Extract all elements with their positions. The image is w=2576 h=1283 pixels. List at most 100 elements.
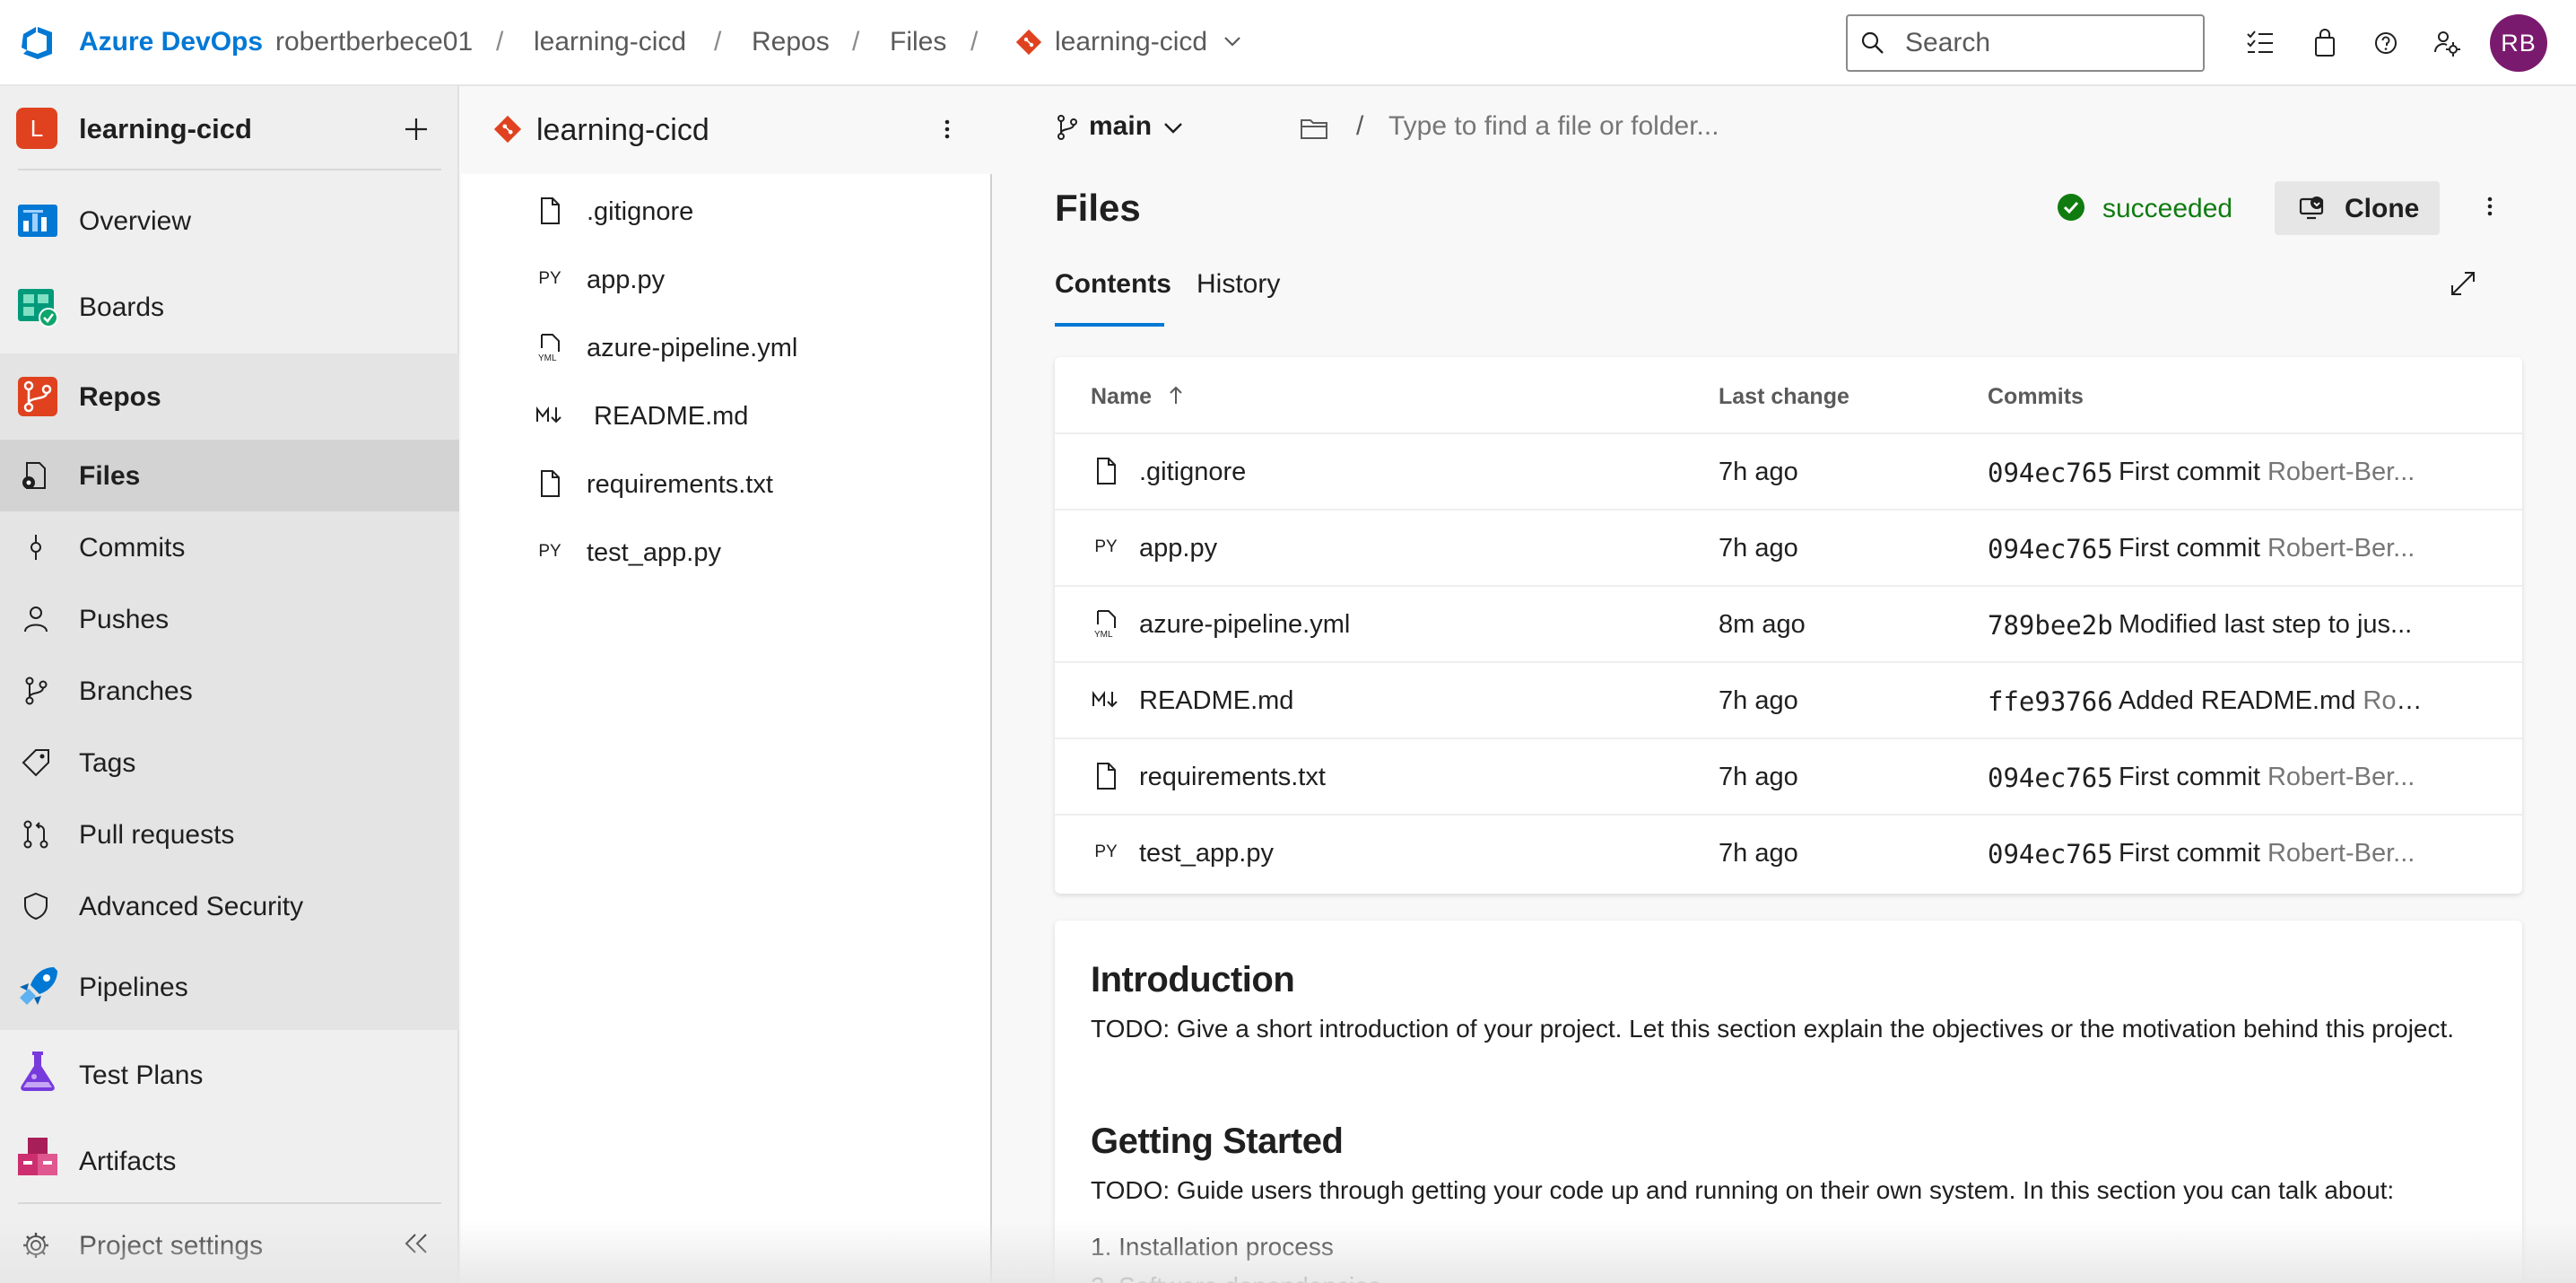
collapse-sidebar-icon[interactable] [402, 1229, 431, 1258]
project-name[interactable]: learning-cicd [79, 113, 252, 145]
azure-devops-logo-icon[interactable] [18, 23, 57, 63]
active-tab-indicator [1055, 323, 1164, 327]
file-name-link[interactable]: azure-pipeline.yml [1139, 610, 1350, 640]
add-icon[interactable] [400, 113, 432, 145]
more-options-icon[interactable] [2476, 192, 2504, 221]
help-icon[interactable] [2368, 25, 2404, 61]
last-change: 7h ago [1719, 534, 1798, 563]
commit-hash-link[interactable]: 094ec765 [1988, 458, 2113, 488]
sidebar-item-label: Artifacts [79, 1147, 177, 1176]
column-header-commits[interactable]: Commits [1988, 384, 2084, 410]
sidebar-item-label: Pull requests [79, 820, 235, 850]
file-name-link[interactable]: app.py [1139, 534, 1217, 563]
breadcrumb-files[interactable]: Files [890, 27, 946, 57]
commit-author: Robert-Ber... [2267, 534, 2415, 563]
commit-author: Robert-Ber... [2267, 763, 2415, 791]
commit-message[interactable]: First commit Robert-Ber... [2119, 534, 2424, 563]
commit-message[interactable]: Modified last step to jus... [2119, 610, 2424, 640]
path-separator: / [1356, 111, 1364, 141]
clone-button[interactable]: Clone [2275, 181, 2440, 235]
sidebar-item-pipelines[interactable]: Pipelines [0, 946, 459, 1028]
file-name-link[interactable]: test_app.py [1139, 839, 1274, 868]
readme-heading-introduction: Introduction [1091, 960, 1295, 999]
chevron-down-icon[interactable] [1161, 115, 1186, 140]
breadcrumb-repo-selector[interactable]: learning-cicd [1055, 27, 1207, 57]
search-input[interactable] [1905, 25, 2192, 61]
breadcrumb-organization[interactable]: robertberbece01 [275, 27, 473, 57]
sidebar-item-label: Boards [79, 292, 165, 322]
sidebar-item-overview[interactable]: Overview [0, 181, 459, 260]
tree-item[interactable]: README.md [461, 384, 992, 447]
commit-message[interactable]: First commit Robert-Ber... [2119, 458, 2424, 487]
table-row[interactable]: YML azure-pipeline.yml 8m ago 789bee2b M… [1055, 585, 2522, 661]
tree-item-label: requirements.txt [587, 470, 773, 499]
sidebar-item-branches[interactable]: Branches [0, 655, 459, 727]
commit-hash-link[interactable]: 094ec765 [1988, 839, 2113, 869]
commit-message[interactable]: First commit Robert-Ber... [2119, 839, 2424, 868]
tab-contents[interactable]: Contents [1055, 269, 1171, 300]
sidebar-item-pushes[interactable]: Pushes [0, 583, 459, 655]
tree-item[interactable]: PY test_app.py [461, 520, 992, 583]
tree-item[interactable]: requirements.txt [461, 452, 992, 515]
folder-icon[interactable] [1299, 113, 1329, 144]
column-header-name[interactable]: Name [1091, 384, 1152, 410]
boards-icon [18, 289, 58, 327]
file-name-link[interactable]: .gitignore [1139, 458, 1246, 487]
sidebar-item-tags[interactable]: Tags [0, 727, 459, 799]
brand-name[interactable]: Azure DevOps [79, 27, 263, 57]
commit-hash-link[interactable]: ffe93766 [1988, 686, 2113, 717]
table-row[interactable]: PY app.py 7h ago 094ec765 First commit R… [1055, 509, 2522, 585]
tab-history[interactable]: History [1197, 269, 1280, 300]
avatar[interactable]: RB [2490, 14, 2547, 72]
sidebar-item-label: Overview [79, 206, 192, 236]
chevron-down-icon[interactable] [1222, 31, 1243, 52]
commit-message[interactable]: Added README.md Rob... [2119, 686, 2424, 716]
shield-icon [24, 892, 48, 921]
test-plans-icon [21, 1052, 55, 1091]
file-tree-repo-name[interactable]: learning-cicd [536, 113, 709, 148]
tree-item[interactable]: YML azure-pipeline.yml [461, 316, 992, 379]
sidebar-item-advanced-security[interactable]: Advanced Security [0, 870, 459, 942]
sidebar-item-pull-requests[interactable]: Pull requests [0, 799, 459, 870]
commit-hash-link[interactable]: 094ec765 [1988, 763, 2113, 793]
sidebar-item-commits[interactable]: Commits [0, 511, 459, 583]
file-name-link[interactable]: requirements.txt [1139, 763, 1326, 792]
commit-hash-link[interactable]: 094ec765 [1988, 534, 2113, 564]
fullscreen-icon[interactable] [2447, 267, 2479, 300]
commit-message[interactable]: First commit Robert-Ber... [2119, 763, 2424, 792]
sidebar-item-files[interactable]: Files [0, 440, 459, 511]
table-row[interactable]: .gitignore 7h ago 094ec765 First commit … [1055, 432, 2522, 509]
path-search-input[interactable] [1388, 104, 2034, 149]
sidebar-item-artifacts[interactable]: Artifacts [0, 1116, 459, 1202]
sidebar-item-project-settings[interactable]: Project settings [0, 1208, 459, 1283]
readme-paragraph: TODO: Give a short introduction of your … [1091, 1015, 2455, 1043]
task-list-icon[interactable] [2242, 25, 2278, 61]
readme-paragraph: TODO: Guide users through getting your c… [1091, 1176, 2395, 1204]
table-row[interactable]: README.md 7h ago ffe93766 Added README.m… [1055, 661, 2522, 738]
search-box[interactable] [1846, 14, 2205, 72]
column-header-last-change[interactable]: Last change [1719, 384, 1849, 410]
files-icon [22, 462, 46, 489]
project-header[interactable]: L learning-cicd [0, 86, 459, 172]
pipeline-status[interactable]: succeeded [2102, 194, 2232, 224]
sidebar-item-repos[interactable]: Repos [0, 353, 459, 440]
pushes-icon [24, 607, 48, 633]
sidebar-item-label: Files [79, 461, 141, 491]
table-row[interactable]: PY test_app.py 7h ago 094ec765 First com… [1055, 814, 2522, 890]
file-name-link[interactable]: README.md [1139, 686, 1293, 716]
sort-ascending-icon[interactable] [1166, 384, 1186, 407]
table-row[interactable]: requirements.txt 7h ago 094ec765 First c… [1055, 738, 2522, 814]
sidebar-item-boards[interactable]: Boards [0, 267, 459, 346]
commit-hash-link[interactable]: 789bee2b [1988, 610, 2113, 641]
sidebar-item-label: Pipelines [79, 973, 188, 1002]
tree-item[interactable]: PY app.py [461, 248, 992, 310]
clone-icon [2299, 196, 2324, 220]
breadcrumb-repos[interactable]: Repos [752, 27, 830, 57]
branch-selector[interactable]: main [1089, 111, 1152, 142]
user-settings-icon[interactable] [2429, 25, 2465, 61]
more-options-icon[interactable] [933, 115, 962, 144]
breadcrumb-project[interactable]: learning-cicd [534, 27, 686, 57]
shopping-bag-icon[interactable] [2307, 25, 2343, 61]
sidebar-item-test-plans[interactable]: Test Plans [0, 1030, 459, 1116]
tree-item[interactable]: .gitignore [461, 179, 992, 242]
